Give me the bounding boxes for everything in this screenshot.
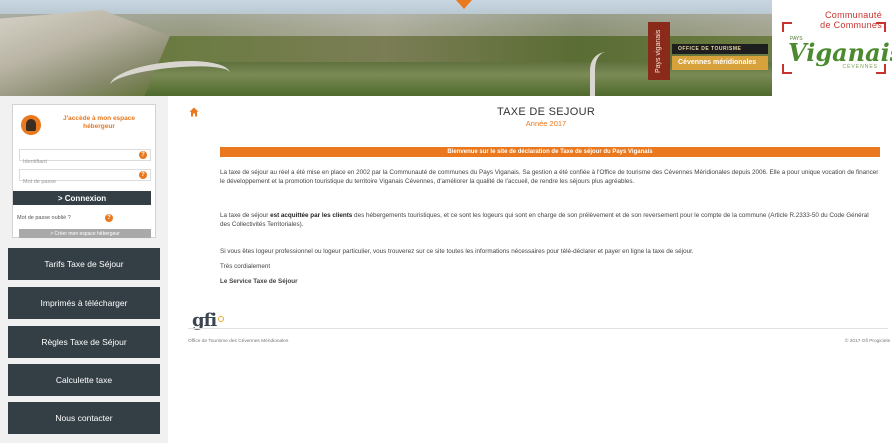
- password-field-wrapper: ?: [19, 169, 151, 187]
- logeur-paragraph: Si vous êtes logeur professionnel ou log…: [220, 248, 694, 255]
- logo-text-viganais: Viganais: [788, 38, 892, 67]
- forgot-password-link[interactable]: Mot de passe oublié ?: [17, 215, 71, 221]
- login-title: J'accède à mon espace hébergeur: [62, 115, 135, 130]
- logo-text-communaute: Communauté: [824, 10, 882, 20]
- gfi-logo-mark: [218, 316, 224, 322]
- nav-regles-taxe[interactable]: Règles Taxe de Séjour: [8, 326, 160, 358]
- intro-paragraph: La taxe de séjour au réel a été mise en …: [220, 169, 879, 185]
- user-avatar-icon: [21, 115, 41, 135]
- welcome-banner: Bienvenue sur le site de déclaration de …: [220, 147, 880, 157]
- page-year: Année 2017: [525, 119, 567, 128]
- help-icon[interactable]: ?: [139, 151, 147, 159]
- signature: Le Service Taxe de Séjour: [220, 278, 298, 285]
- header-banner: Pays viganais OFFICE DE TOURISME Cévenne…: [0, 0, 892, 96]
- collection-paragraph: La taxe de séjour est acquittée par les …: [220, 212, 869, 228]
- logo-text-cevennes: CÉVENNES: [842, 64, 878, 70]
- office-tourisme-label: OFFICE DE TOURISME: [672, 44, 768, 54]
- main-content: TAXE DE SEJOUR Année 2017 Bienvenue sur …: [168, 96, 892, 443]
- nav-nous-contacter[interactable]: Nous contacter: [8, 402, 160, 434]
- connexion-button[interactable]: > Connexion: [13, 191, 151, 205]
- login-panel: J'accède à mon espace hébergeur ? ? > Co…: [12, 104, 156, 238]
- nav-tarifs-taxe[interactable]: Tarifs Taxe de Séjour: [8, 248, 160, 280]
- nav-imprimes-telecharger[interactable]: Imprimés à télécharger: [8, 287, 160, 319]
- password-input[interactable]: [20, 177, 132, 187]
- footer-copyright: © 2017 Gfi Progiciels: [844, 339, 890, 344]
- page-title: TAXE DE SEJOUR: [496, 106, 596, 118]
- closing-greeting: Très cordialement: [220, 263, 271, 270]
- sidebar: J'accède à mon espace hébergeur ? ? > Co…: [0, 96, 168, 443]
- help-icon[interactable]: ?: [105, 214, 113, 222]
- nav-calculette-taxe[interactable]: Calculette taxe: [8, 364, 160, 396]
- create-account-button[interactable]: > Créer mon espace hébergeur: [19, 229, 151, 238]
- emphasis-clients: est acquittée par les clients: [270, 212, 353, 219]
- cc-pays-viganais-logo[interactable]: Communauté de Communes PAYS Viganais CÉV…: [776, 0, 892, 96]
- help-icon[interactable]: ?: [139, 171, 147, 179]
- pays-viganais-tag: Pays viganais: [648, 22, 670, 80]
- username-input[interactable]: [20, 157, 132, 167]
- cevennes-label: Cévennes méridionales: [672, 56, 768, 70]
- username-field-wrapper: ?: [19, 149, 151, 167]
- footer-office-link[interactable]: Office de Tourisme des Cévennes Méridion…: [188, 339, 288, 344]
- footer-divider: [188, 328, 888, 329]
- logo-text-de-communes: de Communes: [820, 20, 882, 30]
